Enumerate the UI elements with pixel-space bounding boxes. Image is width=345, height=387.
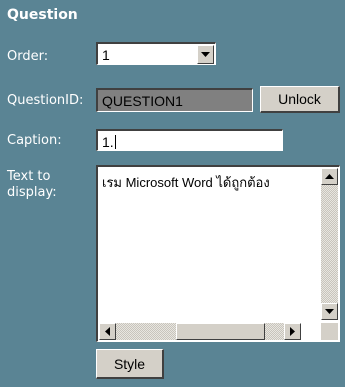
questionid-field: QUESTION1	[96, 88, 253, 112]
text-to-display-textarea[interactable]: เรม Microsoft Word ได้ถูกต้อง	[96, 165, 340, 342]
horizontal-scroll-track-right[interactable]	[265, 323, 284, 340]
caption-value-wrap: 1.	[102, 134, 116, 150]
horizontal-scroll-thumb[interactable]	[176, 323, 265, 340]
text-to-display-value: เรม Microsoft Word ได้ถูกต้อง	[102, 175, 270, 190]
text-to-display-label: Text to display:	[7, 169, 57, 201]
questionid-label: QuestionID:	[7, 93, 84, 108]
unlock-button[interactable]: Unlock	[260, 86, 340, 113]
text-to-display-label-line1: Text to	[7, 169, 51, 184]
vertical-scroll-track[interactable]	[321, 185, 338, 303]
text-caret	[114, 135, 116, 149]
chevron-down-icon[interactable]	[197, 45, 214, 64]
questionid-value: QUESTION1	[102, 93, 183, 109]
section-title: Question	[7, 7, 78, 23]
scroll-corner	[321, 323, 338, 340]
question-panel: Question Order: 1 QuestionID: QUESTION1 …	[0, 0, 345, 387]
arrow-down-icon[interactable]	[321, 303, 338, 320]
order-dropdown[interactable]: 1	[96, 42, 216, 65]
caption-input[interactable]: 1.	[96, 129, 283, 151]
caption-value: 1.	[102, 134, 114, 150]
arrow-up-icon[interactable]	[321, 168, 338, 185]
order-value: 1	[102, 47, 110, 63]
horizontal-scroll-track-left[interactable]	[116, 323, 176, 340]
order-label: Order:	[7, 49, 49, 64]
caption-label: Caption:	[7, 133, 62, 148]
arrow-right-icon[interactable]	[284, 323, 301, 340]
arrow-left-icon[interactable]	[99, 323, 116, 340]
style-button[interactable]: Style	[96, 349, 164, 379]
text-to-display-label-line2: display:	[7, 185, 57, 200]
